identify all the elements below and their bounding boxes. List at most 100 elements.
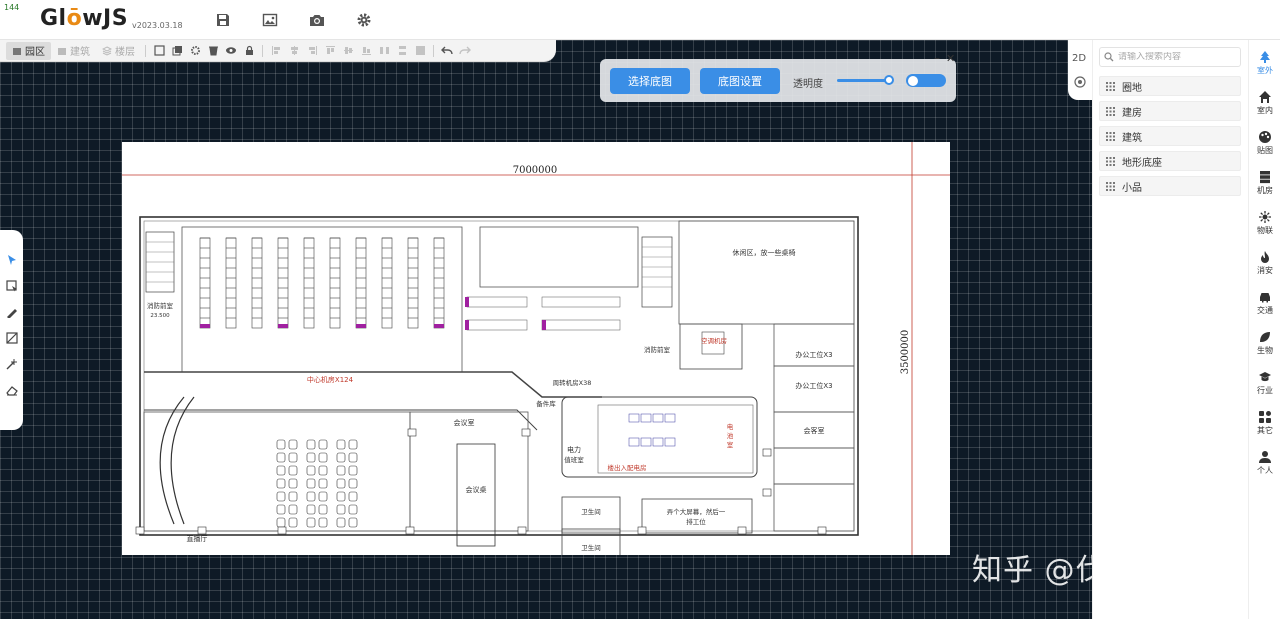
- category-item[interactable]: 地形底座: [1099, 151, 1241, 171]
- layers-icon: [102, 45, 112, 56]
- lock-button[interactable]: [240, 42, 258, 60]
- grid-icon: [1106, 131, 1115, 141]
- rail-item-grid[interactable]: 其它: [1249, 404, 1280, 442]
- home-icon: [1259, 91, 1271, 103]
- room-fire-right: 消防前室: [644, 345, 671, 354]
- rail-label: 交通: [1257, 306, 1273, 315]
- app-version: v2023.03.18: [132, 21, 183, 30]
- room-duty: 值班室: [564, 455, 584, 464]
- svg-text:23.500: 23.500: [150, 313, 170, 319]
- svg-text:电: 电: [727, 422, 734, 431]
- image-button[interactable]: [260, 10, 280, 30]
- tab-floor[interactable]: 楼层: [96, 42, 141, 60]
- rail-item-tree[interactable]: 室外: [1249, 44, 1280, 82]
- base-map-settings-button[interactable]: 底图设置: [700, 68, 780, 94]
- category-item[interactable]: 圈地: [1099, 76, 1241, 96]
- rail-item-fire[interactable]: 消安: [1249, 244, 1280, 282]
- rail-label: 机房: [1257, 186, 1273, 195]
- tab-park[interactable]: 园区: [6, 41, 51, 60]
- select-tool-button[interactable]: [150, 42, 168, 60]
- rail-label: 物联: [1257, 226, 1273, 235]
- rail-item-user[interactable]: 个人: [1249, 444, 1280, 482]
- svg-text:室: 室: [727, 440, 734, 449]
- area-tool[interactable]: [4, 330, 20, 346]
- design-canvas[interactable]: 7000000 3500000 消防前室 23.500 中心机房X124 周转机…: [0, 40, 1092, 619]
- distribute-h-button[interactable]: [375, 42, 393, 60]
- target-icon: [1074, 76, 1086, 88]
- settings-button[interactable]: [354, 10, 374, 30]
- room-power: 电力: [567, 445, 581, 454]
- select-box-icon: [153, 45, 165, 56]
- rail-label: 个人: [1257, 466, 1273, 475]
- visibility-button[interactable]: [222, 42, 240, 60]
- rail-item-car[interactable]: 交通: [1249, 284, 1280, 322]
- view-2d-button[interactable]: 2D: [1072, 53, 1086, 64]
- line-tool[interactable]: [4, 304, 20, 320]
- box-select-tool[interactable]: [4, 278, 20, 294]
- room-meeting-table: 会议桌: [466, 485, 487, 494]
- align-bottom-icon: [361, 47, 371, 55]
- rail-item-server[interactable]: 机房: [1249, 164, 1280, 202]
- delete-button[interactable]: [204, 42, 222, 60]
- align-top-button[interactable]: [321, 42, 339, 60]
- tab-building[interactable]: 建筑: [51, 42, 96, 60]
- category-item[interactable]: 建房: [1099, 101, 1241, 121]
- room-screen-line2: 排工位: [686, 517, 706, 526]
- align-bottom-button[interactable]: [357, 42, 375, 60]
- floor-plan-base-map: 7000000 3500000 消防前室 23.500 中心机房X124 周转机…: [122, 142, 950, 555]
- view-toggles: 2D: [1068, 40, 1092, 100]
- same-size-icon: [415, 46, 425, 55]
- search-input[interactable]: [1118, 52, 1233, 62]
- category-label: 地形底座: [1122, 157, 1162, 169]
- save-button[interactable]: [213, 10, 233, 30]
- rail-item-graduation[interactable]: 行业: [1249, 364, 1280, 402]
- cursor-icon: [7, 255, 16, 265]
- camera-icon: [310, 15, 324, 26]
- rail-item-leaf[interactable]: 生物: [1249, 324, 1280, 362]
- search-box[interactable]: [1099, 47, 1241, 67]
- base-map-visibility-toggle[interactable]: [906, 74, 946, 87]
- base-map-panel: 选择底图 底图设置 透明度 – ✕: [600, 52, 956, 102]
- grid-icon: [1259, 411, 1271, 423]
- locate-button[interactable]: [1073, 75, 1087, 89]
- settings-tool-button[interactable]: [186, 42, 204, 60]
- category-item[interactable]: 小品: [1099, 176, 1241, 196]
- category-item[interactable]: 建筑: [1099, 126, 1241, 146]
- outer-wall: [139, 216, 859, 536]
- path-tool[interactable]: [4, 356, 20, 372]
- screenshot-button[interactable]: [307, 10, 327, 30]
- align-center-button[interactable]: [285, 42, 303, 60]
- distribute-v-button[interactable]: [393, 42, 411, 60]
- redo-button[interactable]: [456, 42, 474, 60]
- category-label: 建筑: [1122, 132, 1142, 144]
- room-turnover: 周转机房X38: [553, 378, 592, 387]
- category-label: 圈地: [1122, 82, 1142, 94]
- rail-item-palette[interactable]: 贴图: [1249, 124, 1280, 162]
- rail-label: 行业: [1257, 386, 1273, 395]
- building-icon: [13, 47, 21, 55]
- opacity-slider[interactable]: [837, 79, 886, 82]
- rail-label: 生物: [1257, 346, 1273, 355]
- panel-close-button[interactable]: ✕: [946, 52, 958, 65]
- copy-button[interactable]: [168, 42, 186, 60]
- undo-button[interactable]: [438, 42, 456, 60]
- opacity-slider-handle[interactable]: [884, 75, 894, 85]
- eraser-tool[interactable]: [4, 382, 20, 398]
- grid-icon: [1106, 181, 1115, 191]
- panel-minimize-button[interactable]: –: [934, 52, 946, 65]
- align-right-button[interactable]: [303, 42, 321, 60]
- align-center-icon: [290, 46, 298, 55]
- rail-item-iot[interactable]: 物联: [1249, 204, 1280, 242]
- align-left-button[interactable]: [267, 42, 285, 60]
- select-base-map-button[interactable]: 选择底图: [610, 68, 690, 94]
- room-machine-center: 中心机房X124: [307, 375, 354, 384]
- svg-text:池: 池: [727, 431, 734, 440]
- app-header: 144 GlōwJS v2023.03.18: [0, 0, 1280, 40]
- copy-icon: [172, 46, 182, 56]
- pointer-tool[interactable]: [4, 252, 20, 268]
- iot-icon: [1259, 211, 1271, 223]
- align-middle-button[interactable]: [339, 42, 357, 60]
- same-size-button[interactable]: [411, 42, 429, 60]
- align-left-icon: [271, 46, 280, 55]
- rail-item-home[interactable]: 室内: [1249, 84, 1280, 122]
